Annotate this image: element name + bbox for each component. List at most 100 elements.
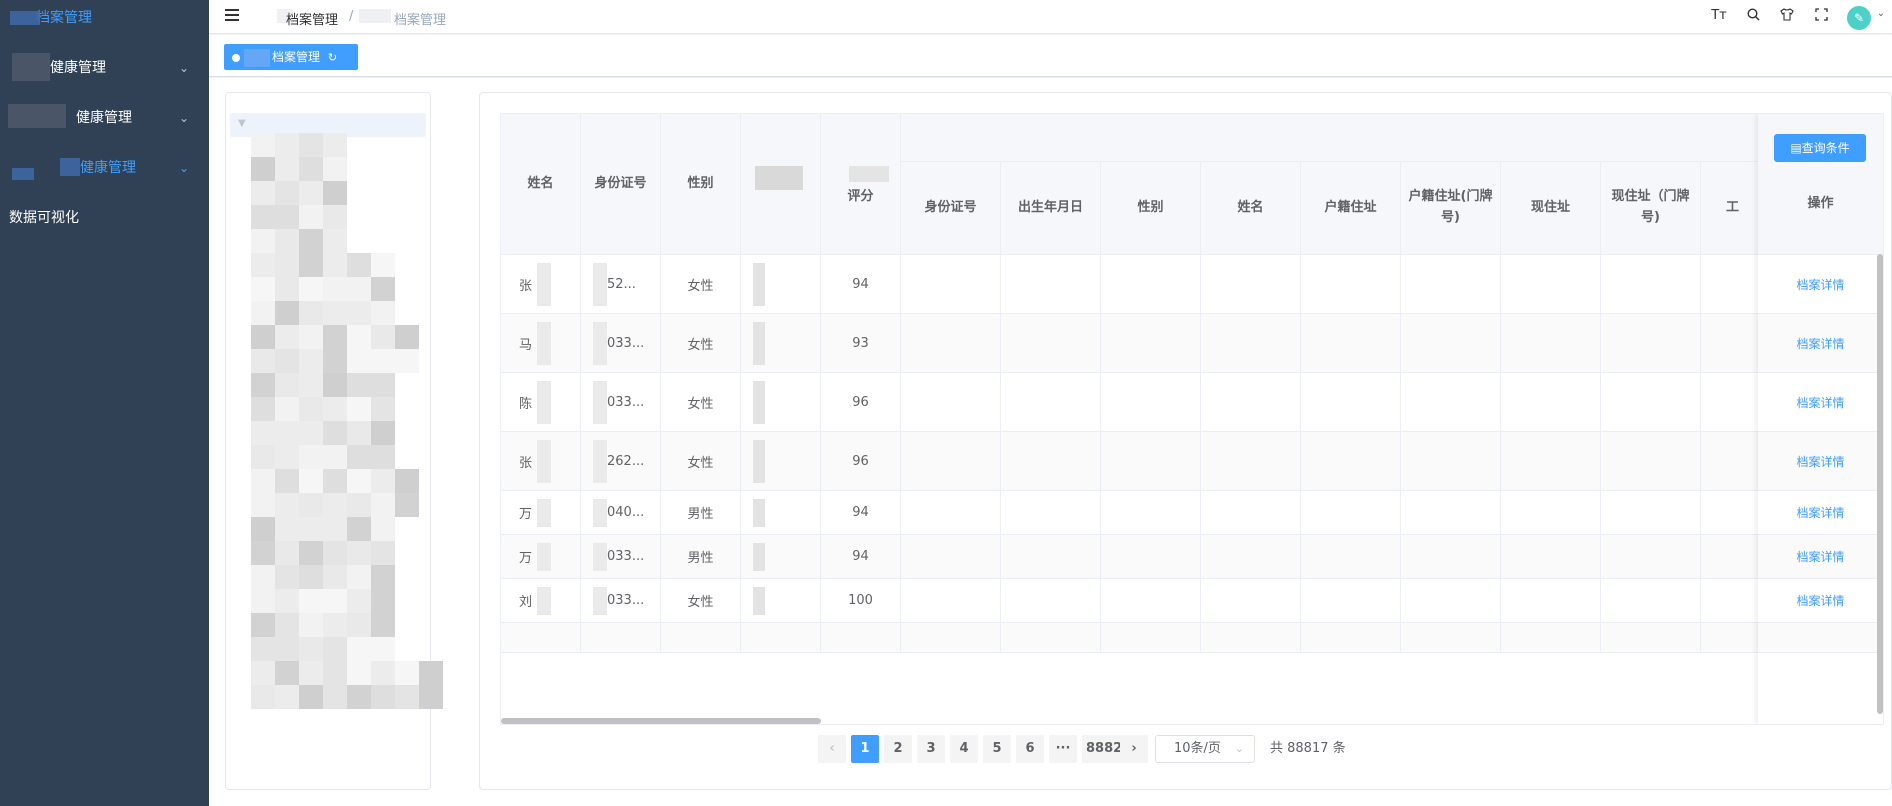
query-conditions-button[interactable]: ▤查询条件 <box>1774 134 1866 162</box>
redacted-block <box>275 541 299 565</box>
fullscreen-icon[interactable] <box>1812 8 1830 25</box>
sidebar-item-label: 数据可视化 <box>9 210 79 226</box>
redacted-block <box>251 253 275 277</box>
table-cell <box>1501 373 1601 432</box>
redacted-block <box>299 469 323 493</box>
redacted-block <box>299 133 323 157</box>
archive-details-link[interactable]: 档案详情 <box>1796 276 1844 293</box>
action-cell: 档案详情 <box>1758 432 1883 491</box>
horizontal-scrollbar[interactable] <box>501 718 821 724</box>
chevron-down-icon[interactable]: ⌄ <box>1872 8 1890 19</box>
redacted-block <box>275 469 299 493</box>
redacted-block <box>323 613 347 637</box>
redacted-block <box>275 445 299 469</box>
table-cell <box>1401 255 1501 314</box>
filter-icon: ▤ <box>1790 141 1802 155</box>
search-icon[interactable] <box>1744 8 1762 25</box>
table-cell <box>1501 314 1601 373</box>
column-group-header <box>901 114 1765 162</box>
archive-details-link[interactable]: 档案详情 <box>1796 335 1844 352</box>
page-number-button[interactable]: 4 <box>950 735 978 763</box>
table-cell <box>1301 535 1401 579</box>
table-cell <box>901 623 1001 653</box>
redacted-block <box>753 499 765 527</box>
redacted-block <box>371 325 395 349</box>
table-cell <box>1601 255 1701 314</box>
column-header-redacted <box>741 114 821 255</box>
table-cell <box>1701 623 1765 653</box>
action-cell <box>1758 623 1883 653</box>
table-cell <box>1501 535 1601 579</box>
refresh-icon[interactable]: ↻ <box>328 51 337 64</box>
prev-page-button[interactable]: ‹ <box>818 735 846 763</box>
redacted-block <box>275 397 299 421</box>
text-size-icon[interactable]: Tт <box>1710 8 1728 23</box>
theme-shirt-icon[interactable] <box>1778 8 1796 25</box>
redacted-block <box>275 685 299 709</box>
next-page-button[interactable]: › <box>1120 735 1148 763</box>
page-number-button[interactable]: ··· <box>1049 735 1077 763</box>
avatar[interactable]: ✎ <box>1847 6 1871 30</box>
page-number-button[interactable]: 3 <box>917 735 945 763</box>
archive-details-link[interactable]: 档案详情 <box>1796 504 1844 521</box>
redacted-block <box>395 325 419 349</box>
redacted-block <box>299 301 323 325</box>
tab-archive-management[interactable]: 档案管理 ↻ <box>224 44 358 70</box>
redacted-block <box>299 541 323 565</box>
page-number-button[interactable]: 5 <box>983 735 1011 763</box>
table-cell <box>1601 491 1701 535</box>
sidebar-item-health-2[interactable]: 健康管理 ⌄ <box>0 96 209 140</box>
redacted-block <box>347 493 371 517</box>
column-header-name-2: 姓名 <box>1201 162 1301 255</box>
redacted-block <box>323 637 347 661</box>
page-size-select[interactable]: 10条/页 ⌄ <box>1155 735 1255 763</box>
pagination: ‹ 1 2 3 4 5 6 ··· 8882 › 10条/页 ⌄ 共 88817 条 <box>480 735 1892 763</box>
active-dot-icon <box>232 53 240 62</box>
redacted-block <box>275 301 299 325</box>
chevron-down-icon: ⌄ <box>178 61 189 75</box>
redacted-block <box>251 349 275 373</box>
redacted-block <box>347 541 371 565</box>
page-number-button[interactable]: 6 <box>1016 735 1044 763</box>
redacted-block <box>275 133 299 157</box>
redacted-block <box>323 493 347 517</box>
archive-details-link[interactable]: 档案详情 <box>1796 548 1844 565</box>
table-cell: 女性 <box>661 373 741 432</box>
archive-details-link[interactable]: 档案详情 <box>1796 394 1844 411</box>
archive-details-link[interactable]: 档案详情 <box>1796 453 1844 470</box>
redacted-block <box>323 541 347 565</box>
redacted-block <box>359 9 391 23</box>
page-number-button[interactable]: 2 <box>884 735 912 763</box>
redacted-block <box>275 157 299 181</box>
sidebar-item-health-3[interactable]: 健康管理 ⌄ <box>0 146 209 190</box>
sidebar-logo[interactable]: 档案管理 <box>0 0 209 36</box>
hamburger-menu-icon[interactable] <box>225 9 239 23</box>
column-header-birth-date: 出生年月日 <box>1001 162 1101 255</box>
archive-details-link[interactable]: 档案详情 <box>1796 592 1844 609</box>
table-cell <box>1101 314 1201 373</box>
action-cell: 档案详情 <box>1758 373 1883 432</box>
redacted-block <box>371 301 395 325</box>
redacted-block <box>347 565 371 589</box>
table-cell <box>1301 373 1401 432</box>
sidebar-item-health-1[interactable]: 健康管理 ⌄ <box>0 46 209 90</box>
caret-down-icon[interactable]: ▼ <box>238 118 246 129</box>
redacted-block <box>323 205 347 229</box>
breadcrumb-separator: / <box>349 9 354 24</box>
page-number-button[interactable]: 1 <box>851 735 879 763</box>
redacted-block <box>323 421 347 445</box>
redacted-block <box>347 301 371 325</box>
redacted-block <box>347 517 371 541</box>
redacted-block <box>251 421 275 445</box>
vertical-scrollbar[interactable] <box>1877 254 1883 714</box>
redacted-block <box>347 661 371 685</box>
breadcrumb-item[interactable]: 档案管理 <box>286 9 338 28</box>
table-cell <box>1401 491 1501 535</box>
table-cell <box>1201 623 1301 653</box>
redacted-block <box>275 493 299 517</box>
redacted-block <box>275 421 299 445</box>
redacted-block <box>323 517 347 541</box>
column-header-score: 评分 <box>821 114 901 255</box>
sidebar-item-data-visualization[interactable]: 数据可视化 <box>0 196 209 240</box>
table-cell <box>1101 491 1201 535</box>
